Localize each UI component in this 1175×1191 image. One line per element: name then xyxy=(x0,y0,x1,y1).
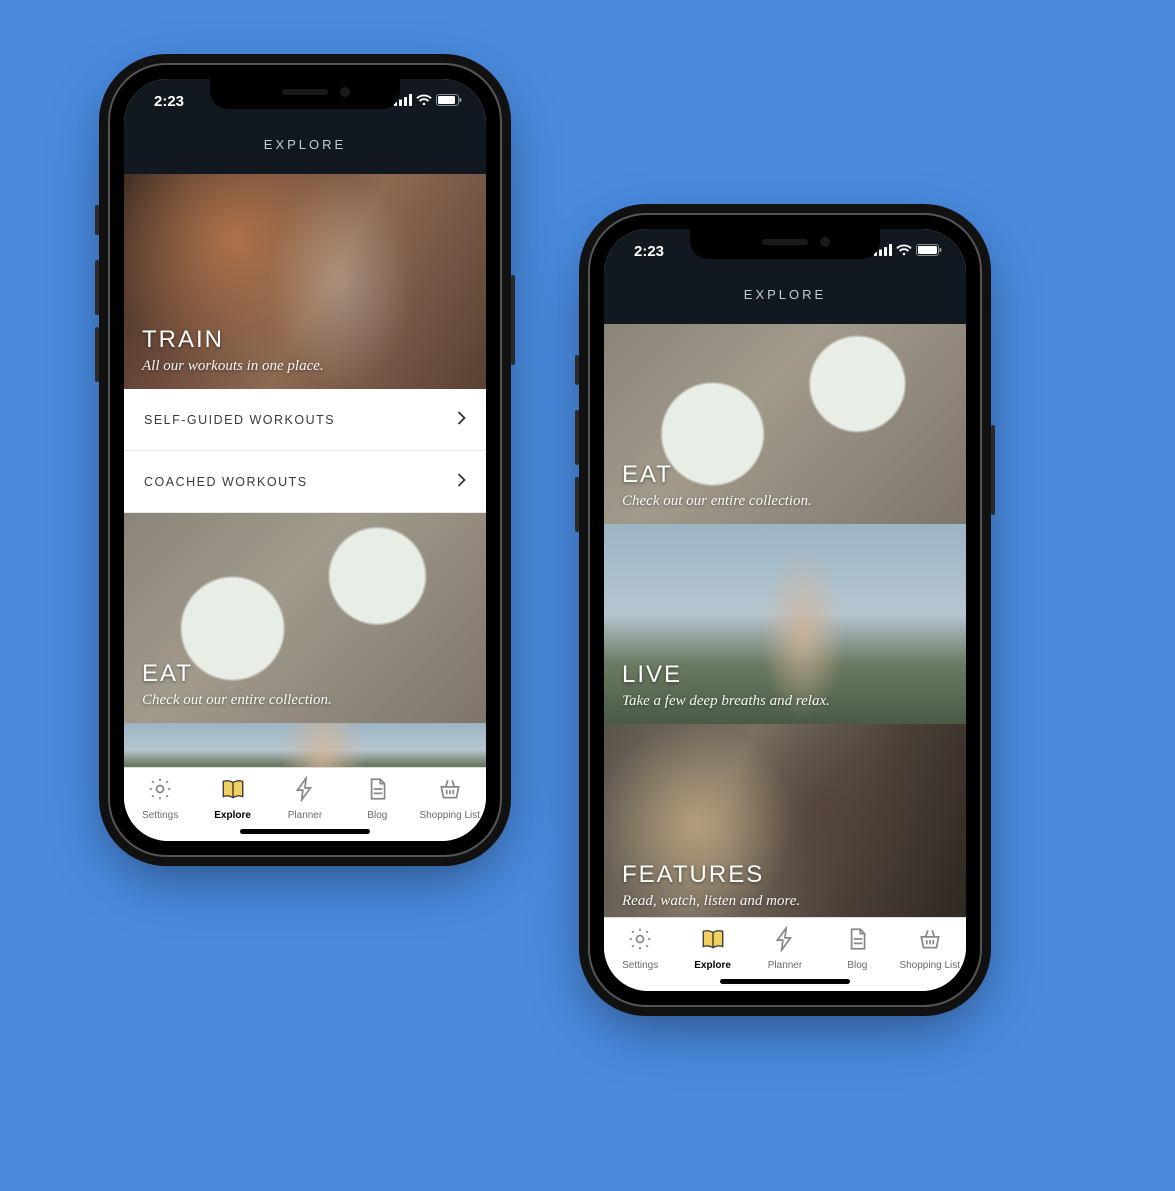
wifi-icon xyxy=(416,93,432,110)
tab-settings[interactable]: Settings xyxy=(128,776,192,821)
book-icon xyxy=(220,776,246,807)
tab-explore[interactable]: Explore xyxy=(681,926,745,971)
tab-bar: Settings Explore Planner Blog Shopping L… xyxy=(604,917,966,991)
card-live[interactable]: LIVE Take a few deep breaths and relax. xyxy=(604,524,966,724)
document-icon xyxy=(364,776,390,807)
card-features-title: FEATURES xyxy=(622,861,800,889)
screen-header: EXPLORE xyxy=(604,273,966,324)
card-features[interactable]: FEATURES Read, watch, listen and more. xyxy=(604,724,966,917)
header-title: EXPLORE xyxy=(264,137,346,152)
card-features-subtitle: Read, watch, listen and more. xyxy=(622,893,800,910)
home-indicator[interactable] xyxy=(240,829,370,834)
card-eat-subtitle: Check out our entire collection. xyxy=(142,692,332,709)
card-eat-title: EAT xyxy=(142,660,332,688)
tab-shopping-list[interactable]: Shopping List xyxy=(898,926,962,971)
tab-bar: Settings Explore Planner Blog Shopping L… xyxy=(124,767,486,841)
card-train-title: TRAIN xyxy=(142,326,324,354)
tab-blog[interactable]: Blog xyxy=(825,926,889,971)
card-train-subtitle: All our workouts in one place. xyxy=(142,358,324,375)
lightning-icon xyxy=(292,776,318,807)
card-eat-subtitle: Check out our entire collection. xyxy=(622,493,812,510)
home-indicator[interactable] xyxy=(720,979,850,984)
row-self-guided-workouts[interactable]: SELF-GUIDED WORKOUTS xyxy=(124,389,486,451)
tab-settings[interactable]: Settings xyxy=(608,926,672,971)
tab-label: Shopping List xyxy=(899,960,960,971)
notch xyxy=(210,79,400,109)
tab-planner[interactable]: Planner xyxy=(753,926,817,971)
tab-label: Settings xyxy=(142,810,178,821)
tab-shopping-list[interactable]: Shopping List xyxy=(418,776,482,821)
phone-mockup-2: 2:23 EXPLORE EAT Check out our entire co… xyxy=(590,215,980,1005)
tab-label: Planner xyxy=(768,960,802,971)
gear-icon xyxy=(627,926,653,957)
volume-up-button xyxy=(575,410,579,465)
tab-label: Shopping List xyxy=(419,810,480,821)
tab-label: Settings xyxy=(622,960,658,971)
volume-up-button xyxy=(95,260,99,315)
tab-label: Blog xyxy=(367,810,387,821)
row-coached-workouts[interactable]: COACHED WORKOUTS xyxy=(124,451,486,513)
tab-blog[interactable]: Blog xyxy=(345,776,409,821)
volume-down-button xyxy=(575,477,579,532)
book-icon xyxy=(700,926,726,957)
basket-icon xyxy=(437,776,463,807)
wifi-icon xyxy=(896,243,912,260)
row-label: SELF-GUIDED WORKOUTS xyxy=(144,413,335,427)
tab-planner[interactable]: Planner xyxy=(273,776,337,821)
gear-icon xyxy=(147,776,173,807)
card-train[interactable]: TRAIN All our workouts in one place. xyxy=(124,174,486,389)
card-eat[interactable]: EAT Check out our entire collection. xyxy=(124,513,486,723)
tab-explore[interactable]: Explore xyxy=(201,776,265,821)
battery-icon xyxy=(436,93,462,110)
silence-switch xyxy=(575,355,579,385)
chevron-right-icon xyxy=(457,411,466,428)
lightning-icon xyxy=(772,926,798,957)
card-live-image xyxy=(124,723,486,767)
chevron-right-icon xyxy=(457,473,466,490)
silence-switch xyxy=(95,205,99,235)
notch xyxy=(690,229,880,259)
card-live-subtitle: Take a few deep breaths and relax. xyxy=(622,693,830,710)
card-live-peek[interactable] xyxy=(124,723,486,767)
card-live-title: LIVE xyxy=(622,661,830,689)
tab-label: Explore xyxy=(214,810,251,821)
phone-mockup-1: 2:23 EXPLORE TRAIN All our workouts in o… xyxy=(110,65,500,855)
power-button xyxy=(991,425,995,515)
tab-label: Explore xyxy=(694,960,731,971)
document-icon xyxy=(844,926,870,957)
power-button xyxy=(511,275,515,365)
screen-header: EXPLORE xyxy=(124,123,486,174)
card-eat[interactable]: EAT Check out our entire collection. xyxy=(604,324,966,524)
row-label: COACHED WORKOUTS xyxy=(144,475,308,489)
basket-icon xyxy=(917,926,943,957)
card-eat-title: EAT xyxy=(622,461,812,489)
tab-label: Blog xyxy=(847,960,867,971)
battery-icon xyxy=(916,243,942,260)
tab-label: Planner xyxy=(288,810,322,821)
status-time: 2:23 xyxy=(634,243,664,260)
header-title: EXPLORE xyxy=(744,287,826,302)
volume-down-button xyxy=(95,327,99,382)
status-time: 2:23 xyxy=(154,93,184,110)
